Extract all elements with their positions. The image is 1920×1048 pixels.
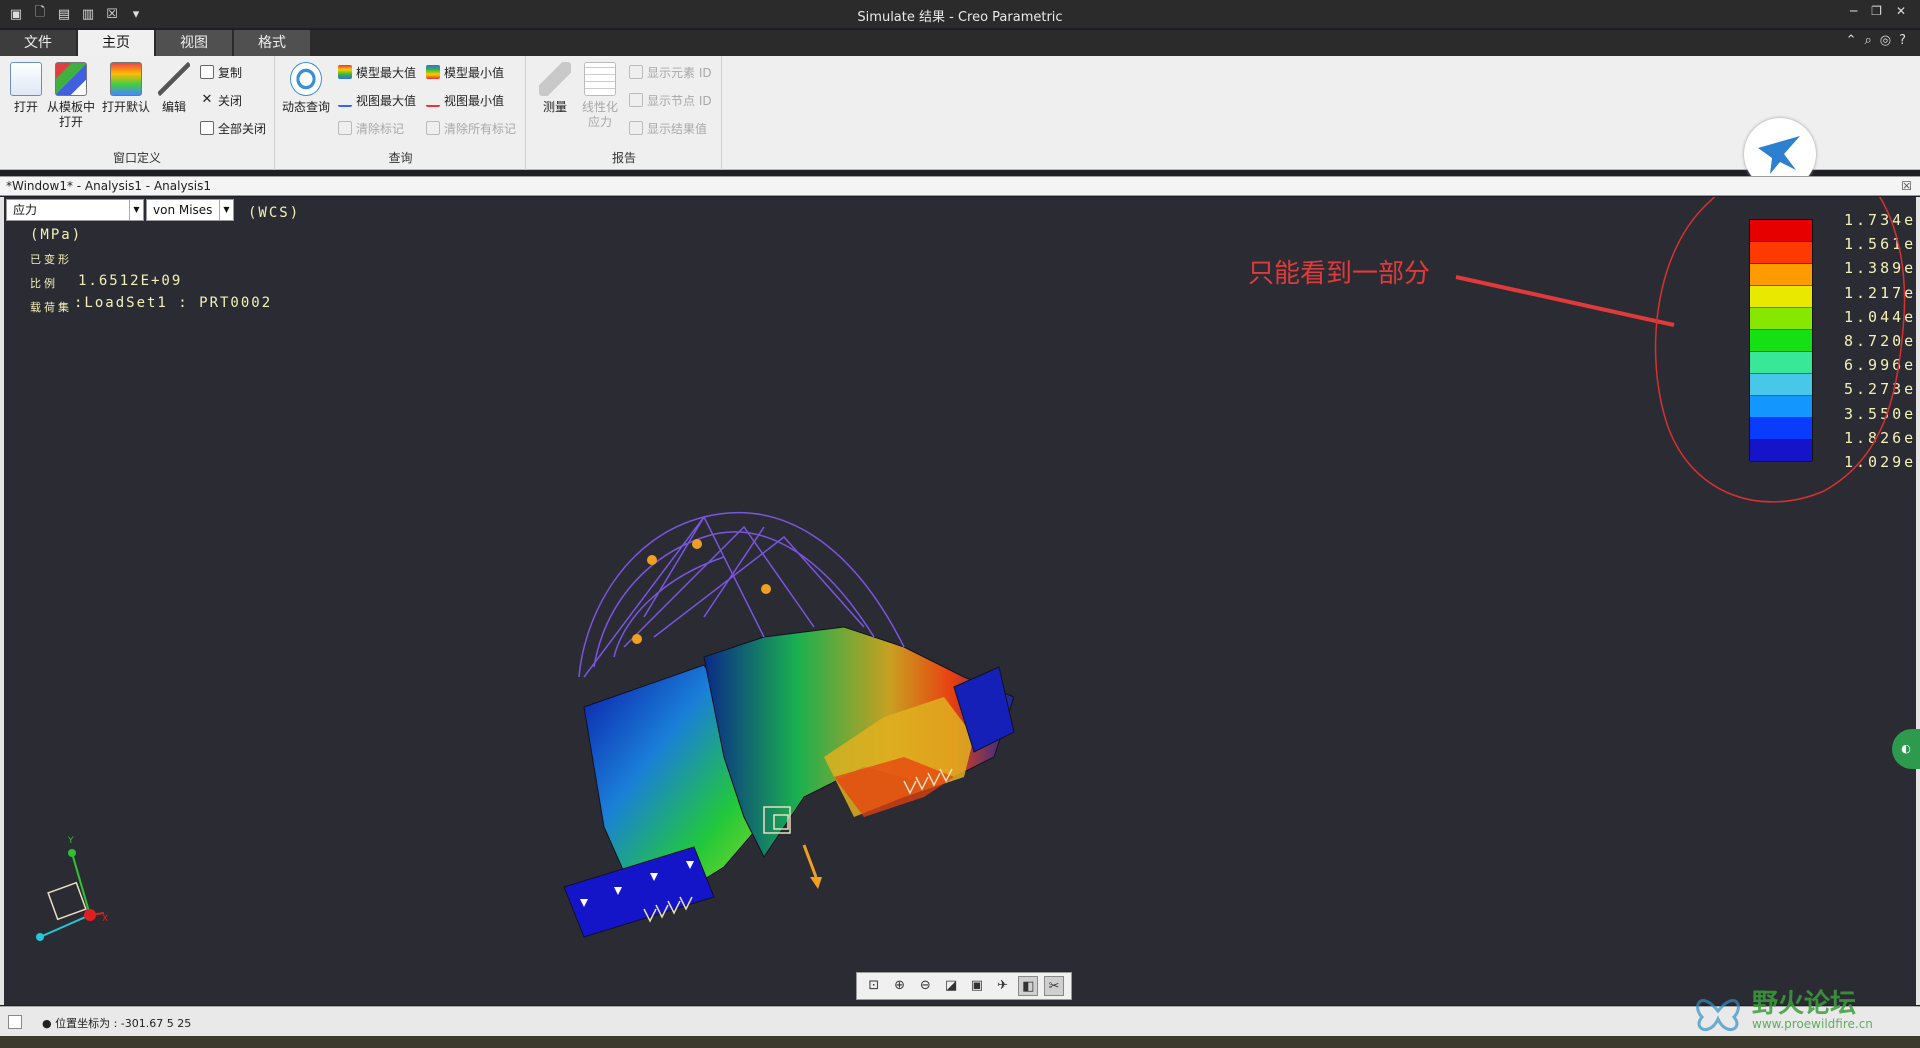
dynamic-query-icon <box>290 62 322 96</box>
table-grid-icon <box>584 62 616 96</box>
view-min-icon <box>426 93 440 107</box>
collapse-ribbon-icon[interactable]: ⌃ <box>1846 33 1857 48</box>
search-icon[interactable]: ⌕ <box>1864 33 1871 48</box>
zoom-in-icon[interactable]: ⊕ <box>890 976 910 996</box>
clear-all-marks-button[interactable]: 清除所有标记 <box>426 118 516 138</box>
section-icon[interactable]: ✂ <box>1044 976 1065 996</box>
load-marker <box>632 634 642 644</box>
display-style-icon[interactable]: ◧ <box>1018 976 1039 996</box>
view-min-button[interactable]: 视图最小值 <box>426 90 504 110</box>
view-max-button[interactable]: 视图最大值 <box>338 90 416 110</box>
tab-home[interactable]: 主页 <box>78 30 154 56</box>
viewport-title: *Window1* - Analysis1 - Analysis1 <box>6 179 212 193</box>
results-viewport[interactable]: 应力 ▼ von Mises ▼ (WCS) (MPa) 已变形 比例 1.65… <box>0 197 1920 1005</box>
saved-views-icon[interactable]: ▣ <box>967 976 987 996</box>
copy-button[interactable]: 复制 <box>200 62 242 82</box>
template-icon <box>55 62 87 96</box>
close-all-button[interactable]: 全部关闭 <box>200 118 266 138</box>
group-report: 测量 线性化应力 显示元素 ID 显示节点 ID 显示结果值 报告 <box>527 56 722 170</box>
model-max-button[interactable]: 模型最大值 <box>338 62 416 82</box>
annotation-overlay: Y X <box>36 197 1906 941</box>
refit-icon[interactable]: ⊡ <box>864 976 884 996</box>
close-button[interactable]: ✕ 关闭 <box>200 90 242 110</box>
title-bar: ▣ 🗋 ▤ ▥ ☒ ▾ Simulate 结果 - Creo Parametri… <box>0 0 1920 28</box>
view-toolbar: ⊡ ⊕ ⊖ ◪ ▣ ✈ ◧ ✂ <box>856 972 1072 1000</box>
repaint-icon[interactable]: ◪ <box>941 976 961 996</box>
spin-center-icon[interactable]: ✈ <box>993 976 1013 996</box>
annotation-circle <box>1654 197 1906 503</box>
show-element-id-button[interactable]: 显示元素 ID <box>629 62 712 82</box>
default-results-icon <box>110 62 142 96</box>
coordinate-triad: Y X <box>36 836 108 941</box>
zoom-out-icon[interactable]: ⊖ <box>915 976 935 996</box>
settings-icon[interactable]: ◎ <box>1880 33 1891 48</box>
taskbar-strip <box>0 1036 1920 1048</box>
group-label-query: 查询 <box>388 151 413 165</box>
ruler-icon <box>539 62 571 96</box>
show-node-id-button[interactable]: 显示节点 ID <box>629 90 712 110</box>
window-title: Simulate 结果 - Creo Parametric <box>857 10 1063 25</box>
view-max-icon <box>338 93 352 107</box>
close-icon[interactable]: ✕ <box>1896 4 1906 18</box>
model-min-icon <box>426 65 440 79</box>
open-default-button[interactable]: 打开默认 <box>102 62 150 115</box>
ribbon-right-icons: ⌃ ⌕ ◎ ? <box>1846 33 1906 48</box>
copy-icon <box>200 65 214 79</box>
svg-text:X: X <box>102 914 108 924</box>
minimize-icon[interactable]: ─ <box>1850 4 1857 18</box>
load-marker <box>692 539 702 549</box>
tab-format[interactable]: 格式 <box>234 30 310 56</box>
window-controls: ─ ❐ ✕ <box>1850 4 1906 18</box>
close-x-icon: ✕ <box>201 92 213 107</box>
annotation-arrow <box>1455 275 1675 327</box>
watermark-url: www.proewildfire.cn <box>1752 1017 1873 1031</box>
model-max-icon <box>338 65 352 79</box>
node-id-icon <box>629 93 643 107</box>
clear-marks-button[interactable]: 清除标记 <box>338 118 404 138</box>
butterfly-logo-icon <box>1696 999 1740 1031</box>
tab-file[interactable]: 文件 <box>0 30 76 56</box>
dynamic-query-button[interactable]: 动态查询 <box>278 62 334 115</box>
edit-button[interactable]: 编辑 <box>150 62 198 115</box>
group-label-report: 报告 <box>611 151 636 165</box>
clear-all-marks-icon <box>426 121 440 135</box>
svg-text:Y: Y <box>67 836 74 846</box>
open-icon <box>10 62 42 96</box>
element-id-icon <box>629 65 643 79</box>
watermark-title: 野火论坛 <box>1752 989 1857 1019</box>
result-value-icon <box>629 121 643 135</box>
close-all-icon <box>200 121 214 135</box>
status-bar: ● 位置坐标为 : -301.67 5 25 <box>0 1006 1920 1036</box>
ribbon-tabs: 文件 主页 视图 格式 ⌃ ⌕ ◎ ? <box>0 30 1920 56</box>
clear-marks-icon <box>338 121 352 135</box>
linearized-stress-button[interactable]: 线性化应力 <box>577 62 623 130</box>
group-window-definition: 打开 从模板中打开 打开默认 编辑 复制 ✕ 关闭 全部关闭 窗口定义 <box>0 56 275 170</box>
ribbon: 打开 从模板中打开 打开默认 编辑 复制 ✕ 关闭 全部关闭 窗口定义 动态查询… <box>0 56 1920 190</box>
measure-button[interactable]: 测量 <box>531 62 579 115</box>
viewport-close-icon[interactable]: ☒ <box>1901 177 1912 195</box>
group-label-window: 窗口定义 <box>112 151 161 165</box>
force-arrow <box>802 844 818 878</box>
load-marker <box>761 584 771 594</box>
pencil-icon <box>158 62 190 96</box>
forum-watermark: 野火论坛 www.proewildfire.cn <box>1690 981 1900 1041</box>
load-marker <box>647 555 657 565</box>
viewport-title-bar: *Window1* - Analysis1 - Analysis1 ☒ <box>0 176 1920 196</box>
status-message: ● 位置坐标为 : -301.67 5 25 <box>42 1017 192 1030</box>
message-toggle-checkbox[interactable] <box>8 1015 22 1029</box>
open-button[interactable]: 打开 <box>2 62 50 115</box>
tab-view[interactable]: 视图 <box>156 30 232 56</box>
show-result-value-button[interactable]: 显示结果值 <box>629 118 707 138</box>
fea-model <box>563 512 1015 938</box>
model-min-button[interactable]: 模型最小值 <box>426 62 504 82</box>
help-icon[interactable]: ? <box>1899 33 1906 48</box>
restore-icon[interactable]: ❐ <box>1871 4 1882 18</box>
group-query: 动态查询 模型最大值 模型最小值 视图最大值 视图最小值 清除标记 清除所有标记… <box>276 56 526 170</box>
open-from-template-button[interactable]: 从模板中打开 <box>46 62 96 130</box>
